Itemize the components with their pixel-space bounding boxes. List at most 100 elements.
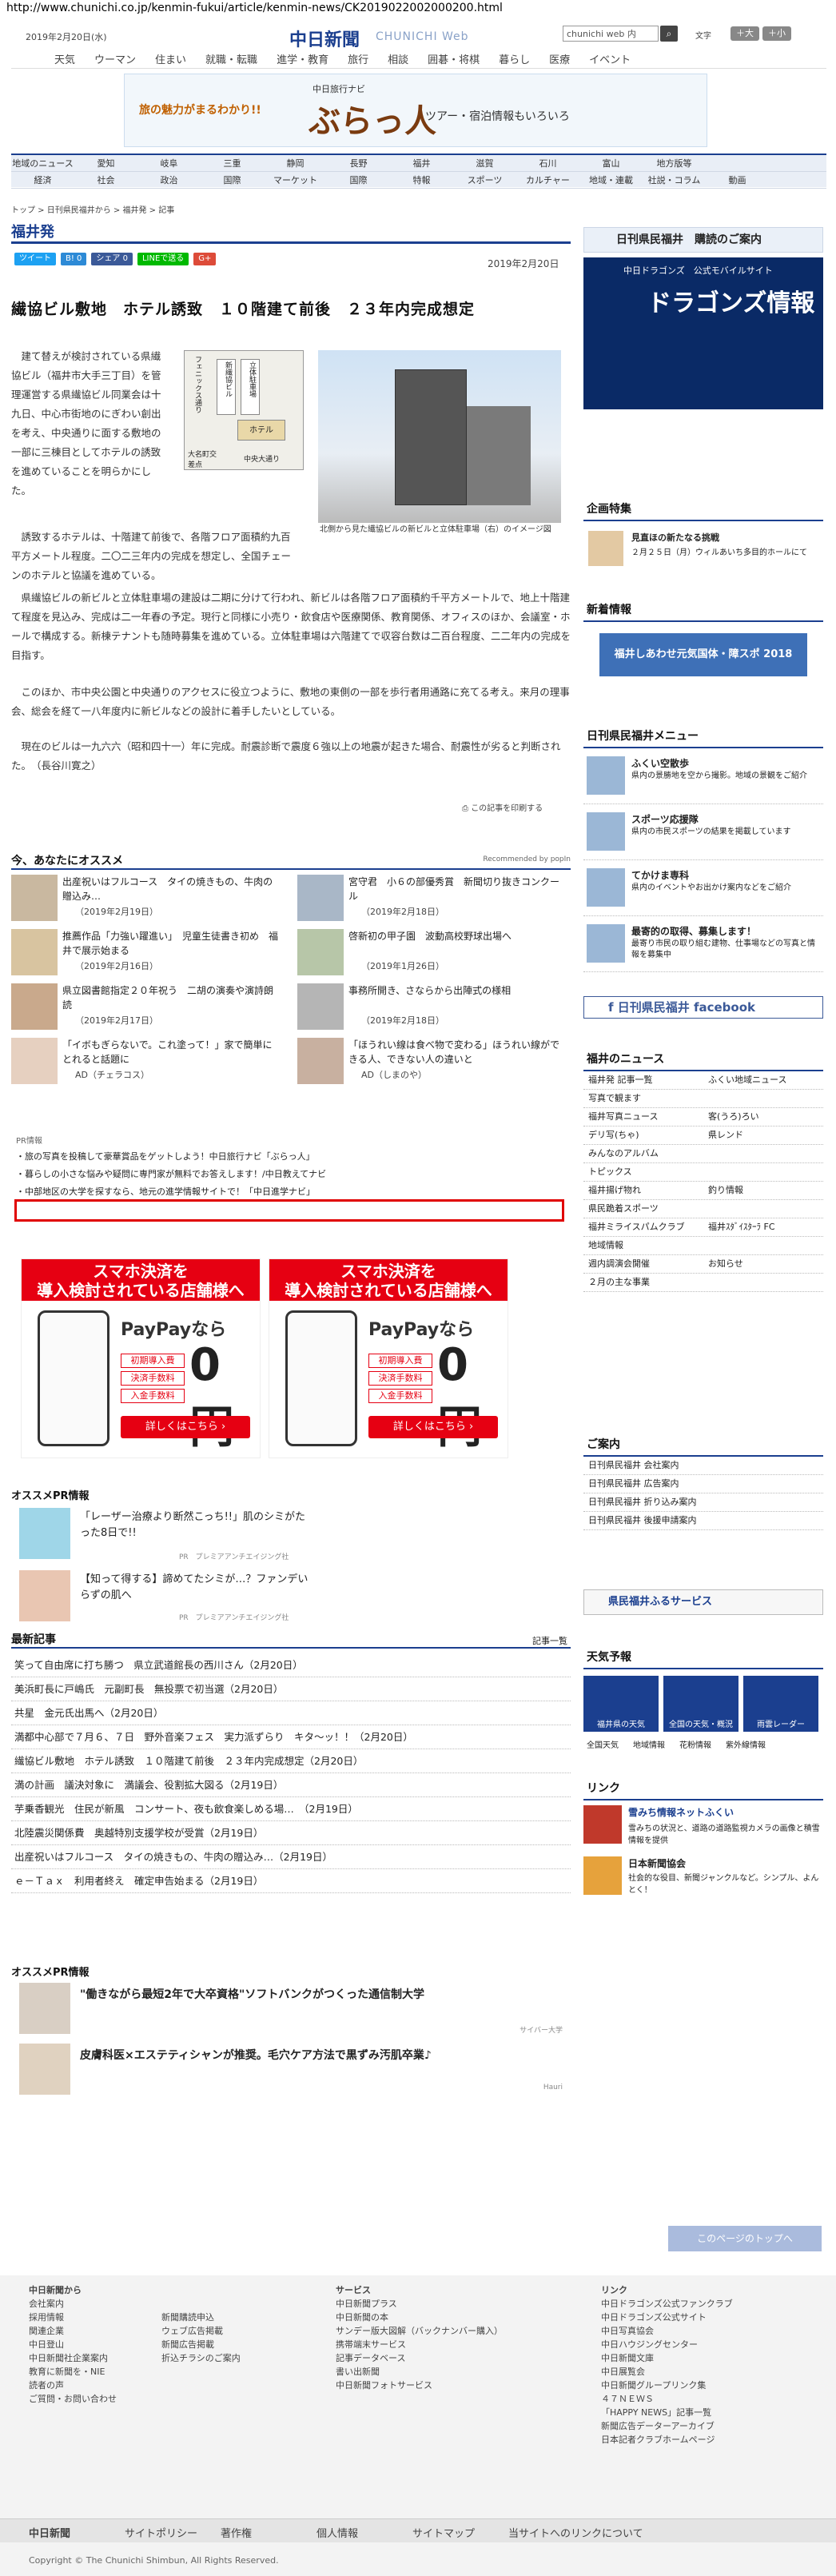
footer-link[interactable]: 記事データベース xyxy=(336,2351,503,2365)
print-link[interactable]: ⎙ この記事を印刷する xyxy=(462,801,543,813)
paypay-ad[interactable]: スマホ決済を 導入検討されている店舗様へ PayPayなら 初期導入費 決済手数… xyxy=(21,1258,261,1458)
footer-link[interactable]: 中日新聞社企業案内 xyxy=(29,2351,117,2365)
recommend-item[interactable]: 啓新初の甲子園 波動高校野球出場へ （2019年1月26日） xyxy=(297,929,569,977)
subnav-item[interactable]: 国際 xyxy=(327,173,390,186)
footer-link[interactable]: 中日新聞フォトサービス xyxy=(336,2379,503,2392)
tweet-button[interactable]: ツイート xyxy=(14,253,56,265)
furusato-banner[interactable]: 県民福井ふるサービス xyxy=(583,1589,823,1615)
purchase-banner[interactable]: 日刊県民福井 購読のご案内 xyxy=(583,227,823,253)
facebook-banner[interactable]: f 日刊県民福井 facebook xyxy=(583,996,823,1019)
menu-item[interactable]: てかけま専科 県内のイベントやお出かけ案内などをご紹介 xyxy=(583,860,823,916)
gnav-item[interactable]: 相談 xyxy=(388,51,408,68)
fukui-news-link[interactable]: 客(うろ)ろい xyxy=(708,1108,759,1126)
footer-link[interactable]: 折込チラシのご案内 xyxy=(161,2351,241,2365)
fukui-news-link[interactable]: お知らせ xyxy=(708,1255,743,1273)
tenki-link[interactable]: 紫外線情報 xyxy=(726,1738,766,1750)
pr3-link[interactable]: "働きながら最短2年で大卒資格"ソフトバンクがつくった通信制大学 xyxy=(80,1986,559,2002)
footer-link[interactable]: 「HAPPY NEWS」記事一覧 xyxy=(601,2406,733,2419)
recommend-item[interactable]: 宮守君 小６の部優秀賞 新聞切り抜きコンクール （2019年2月18日） xyxy=(297,875,569,923)
facebook-share-button[interactable]: シェア 0 xyxy=(91,253,133,265)
line-share-button[interactable]: LINEで送る xyxy=(137,253,189,265)
fukui-news-link[interactable]: 県レンド xyxy=(708,1127,743,1144)
gnav-item[interactable]: 住まい xyxy=(155,51,186,68)
goannai-link[interactable]: 日刊県民福井 後援申請案内 xyxy=(583,1512,823,1530)
pr2-link[interactable]: 【知って得する】諦めてたシミが…？ファンデいらずの肌へ xyxy=(80,1572,312,1604)
subnav-item[interactable]: 動画 xyxy=(706,173,769,186)
recommend-item[interactable]: 「イボもぎらないで。これ塗って！」家で簡単にとれると話題に AD（チェラコス） xyxy=(11,1038,283,1086)
subnav-item[interactable]: カルチャー xyxy=(516,173,579,186)
fukui-news-link[interactable]: 福井発 記事一覧 xyxy=(588,1071,708,1089)
footer-link[interactable]: ウェブ広告掲載 xyxy=(161,2324,241,2338)
subnav-item[interactable]: 政治 xyxy=(137,173,201,186)
search-input[interactable]: chunichi web 内 xyxy=(563,26,659,42)
footer-link[interactable]: 中日新聞グループリンク集 xyxy=(601,2379,733,2392)
recommend-item[interactable]: 県立図書館指定２０年祝う 二胡の演奏や演詩朗読 （2019年2月17日） xyxy=(11,983,283,1031)
latest-news-item[interactable]: 美浜町長に戸嶋氏 元副町長 無投票で初当選（2月20日） xyxy=(11,1677,571,1701)
paypay-ad[interactable]: スマホ決済を 導入検討されている店舗様へ PayPayなら 初期導入費 決済手数… xyxy=(269,1258,508,1458)
footer-link[interactable]: 携帯端末サービス xyxy=(336,2338,503,2351)
kokutai-banner[interactable]: 福井しあわせ元気国体・障スポ 2018 xyxy=(599,633,807,676)
footer-link[interactable]: 新聞購読申込 xyxy=(161,2311,241,2324)
latest-news-item[interactable]: 北陸震災関係費 奥越特別支援学校が受賞（2月19日） xyxy=(11,1821,571,1845)
link-item[interactable]: 日本新聞協会 xyxy=(628,1856,686,1870)
recommend-item[interactable]: 事務所開き、さならから出陣式の様相 （2019年2月18日） xyxy=(297,983,569,1031)
gnav-item[interactable]: 医療 xyxy=(549,51,570,68)
footer-link[interactable]: サンデー版大図解（バックナンバー購入） xyxy=(336,2324,503,2338)
menu-item[interactable]: スポーツ応援隊 県内の市民スポーツの結果を掲載しています xyxy=(583,804,823,860)
gnav-item[interactable]: 旅行 xyxy=(348,51,368,68)
ad-more-button[interactable]: 詳しくはこちら › xyxy=(368,1416,498,1438)
font-small-button[interactable]: ＋小 xyxy=(762,26,791,41)
goannai-link[interactable]: 日刊県民福井 会社案内 xyxy=(583,1457,823,1475)
kikaku-link[interactable]: 見直ほの新たなる挑戦 xyxy=(631,531,719,544)
latest-news-item[interactable]: 満都中心部で７月６、７日 野外音楽フェス 実力派ずらり キタ～ッ！！（2月20日… xyxy=(11,1725,571,1749)
tenki-link[interactable]: 全国天気 xyxy=(587,1738,619,1750)
footer-link[interactable]: 中日登山 xyxy=(29,2338,117,2351)
subnav-item[interactable]: 滋賀 xyxy=(453,157,516,169)
subnav-item[interactable]: 福井 xyxy=(390,157,453,169)
footer-link[interactable]: ご質問・お問い合わせ xyxy=(29,2392,117,2406)
footer-link[interactable]: ４７ＮＥＷＳ xyxy=(601,2392,733,2406)
subnav-item[interactable]: 愛知 xyxy=(74,157,137,169)
back-to-top[interactable]: このページのトップへ xyxy=(668,2226,822,2251)
pr-link[interactable]: ・旅の写真を投稿して豪華賞品をゲットしよう！中日旅行ナビ「ぶらっ人」 xyxy=(16,1148,326,1166)
footer-link[interactable]: 中日新聞の本 xyxy=(336,2311,503,2324)
goannai-link[interactable]: 日刊県民福井 折り込み案内 xyxy=(583,1493,823,1512)
latest-news-item[interactable]: 出産祝いはフルコース タイの焼きもの、牛肉の贈込み…（2月19日） xyxy=(11,1845,571,1869)
subnav-item[interactable]: 富山 xyxy=(579,157,643,169)
gnav-item[interactable]: ウーマン xyxy=(94,51,136,68)
pr-link-highlighted[interactable]: ・中部地区の大学を探すなら、地元の進学情報サイトで！「中日進学ナビ」 xyxy=(16,1183,326,1201)
footer-link[interactable]: 中日新聞プラス xyxy=(336,2297,503,2311)
gnav-item[interactable]: イベント xyxy=(589,51,631,68)
latest-news-item[interactable]: 繊協ビル敷地 ホテル誘致 １０階建て前後 ２３年内完成想定（2月20日） xyxy=(11,1749,571,1773)
gnav-item[interactable]: 天気 xyxy=(54,51,75,68)
subnav-item[interactable]: マーケット xyxy=(264,173,327,186)
breadcrumb[interactable]: トップ > 日刊県民福井から > 福井発 > 記事 xyxy=(11,203,174,215)
fukui-news-link[interactable]: 福井写真ニュース xyxy=(588,1108,708,1126)
fukui-news-link[interactable]: 写真で観ます xyxy=(588,1090,708,1107)
hatena-button[interactable]: B! 0 xyxy=(61,253,87,265)
latest-news-item[interactable]: 芋乗香観光 住民が新風 コンサート、夜も飲食楽しめる場… （2月19日） xyxy=(11,1797,571,1821)
pr2-link[interactable]: 「レーザー治療より断然こっち!!」肌のシミがたった8日で!! xyxy=(80,1509,312,1541)
footer-link[interactable]: 書い出新聞 xyxy=(336,2365,503,2379)
goannai-link[interactable]: 日刊県民福井 広告案内 xyxy=(583,1475,823,1493)
gplus-button[interactable]: G+ xyxy=(193,253,217,265)
tenki-fukui-button[interactable]: 福井県の天気 xyxy=(583,1676,659,1732)
fukui-news-link[interactable]: 県民跪着スポーツ xyxy=(588,1200,708,1218)
menu-item[interactable]: 最寄的の取得、募集します！ 最寄り市民の取り組む建物、仕事場などの写真と情報を募集… xyxy=(583,916,823,972)
fukui-news-link[interactable]: 福井ｽﾀﾞｲｽﾀｰﾗ FC xyxy=(708,1218,775,1236)
fukui-news-link[interactable]: 福井ミライスパムクラブ xyxy=(588,1218,708,1236)
subnav-item[interactable]: 地域・連載 xyxy=(579,173,643,186)
footer-link[interactable]: 中日新聞文庫 xyxy=(601,2351,733,2365)
fukui-news-link[interactable]: 福井揚げ物れ xyxy=(588,1182,708,1199)
latest-more-link[interactable]: 記事一覧 xyxy=(532,1634,567,1647)
latest-news-item[interactable]: ｅ－Ｔａｘ 利用者終え 確定申告始まる（2月19日） xyxy=(11,1869,571,1893)
footer-link[interactable]: 日本記者クラブホームページ xyxy=(601,2433,733,2446)
footer-bar-link[interactable]: 中日新聞 xyxy=(29,2525,70,2540)
fukui-news-link[interactable]: 釣り情報 xyxy=(708,1182,743,1199)
footer-link[interactable]: 会社案内 xyxy=(29,2297,117,2311)
recommend-item[interactable]: 「ほうれい線は食べ物で変わる」ほうれい線がで きる人、できない人の違いと AD（し… xyxy=(297,1038,569,1086)
recommend-by[interactable]: Recommended by popIn xyxy=(483,855,571,863)
gnav-item[interactable]: 暮らし xyxy=(499,51,530,68)
footer-link[interactable]: 採用情報 xyxy=(29,2311,117,2324)
footer-bar-link[interactable]: サイトポリシー xyxy=(125,2525,197,2540)
